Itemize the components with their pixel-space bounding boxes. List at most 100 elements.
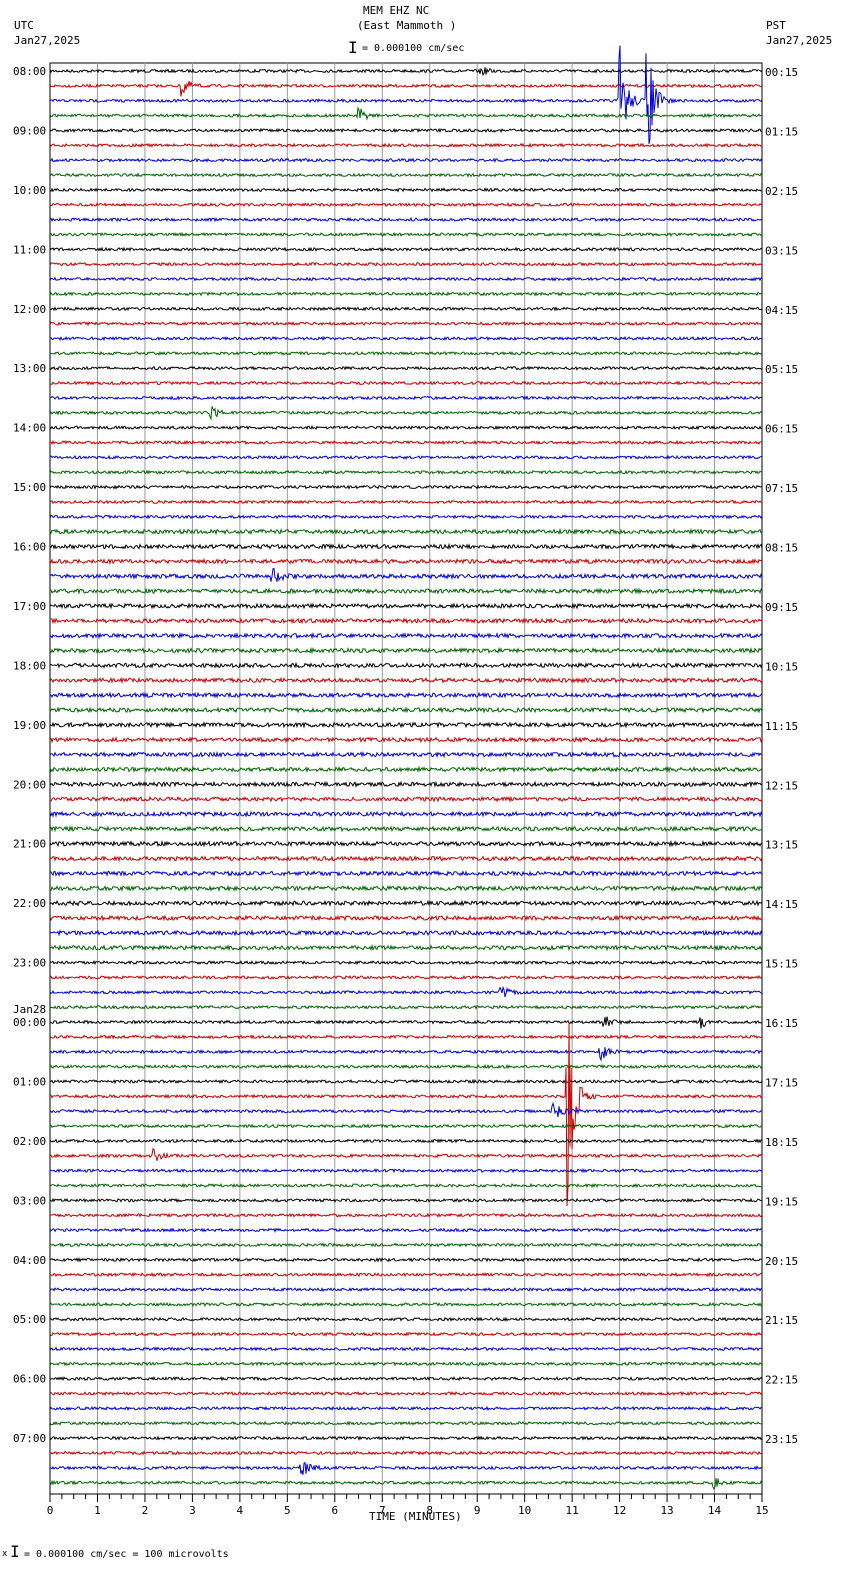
seismic-trace <box>49 661 763 670</box>
pst-hour-label: 09:15 <box>765 601 798 614</box>
seismic-trace <box>49 646 763 655</box>
seismic-trace <box>49 1477 763 1491</box>
seismic-trace <box>49 899 763 907</box>
utc-hour-label: 21:00 <box>13 838 46 851</box>
pst-hour-label: 15:15 <box>765 958 798 971</box>
pst-hour-label: 16:15 <box>765 1017 798 1030</box>
seismic-trace <box>49 1021 763 1207</box>
seismic-trace <box>49 291 763 297</box>
seismic-trace <box>49 276 763 282</box>
x-tick-label: 5 <box>284 1504 291 1517</box>
seismic-trace <box>49 1376 763 1382</box>
pst-hour-label: 11:15 <box>765 720 798 733</box>
seismic-trace <box>49 1138 763 1144</box>
seismic-trace <box>50 45 763 144</box>
seismic-trace <box>49 1390 763 1397</box>
pst-hour-label: 17:15 <box>765 1076 798 1089</box>
seismic-trace <box>49 1461 763 1475</box>
seismic-trace <box>49 201 763 208</box>
seismic-trace <box>49 1101 763 1118</box>
seismic-trace <box>49 527 763 536</box>
x-tick-label: 12 <box>613 1504 626 1517</box>
seismic-trace <box>49 676 763 685</box>
date-change-label: Jan28 <box>13 1003 46 1016</box>
utc-hour-label: 00:00 <box>13 1016 46 1029</box>
seismic-trace <box>49 617 763 625</box>
pst-hour-label: 00:15 <box>765 66 798 79</box>
helicorder-plot: 0 1 2 3 4 5 6 7 8 9 10 11 12 13 14 1508:0009:0010:0011:… <box>13 45 798 1517</box>
seismic-trace <box>49 1016 763 1029</box>
seismic-trace <box>49 395 763 401</box>
seismic-trace <box>49 974 763 981</box>
pst-hour-label: 10:15 <box>765 660 798 673</box>
seismic-trace <box>49 406 763 421</box>
pst-hour-label: 12:15 <box>765 779 798 792</box>
pst-hour-label: 02:15 <box>765 185 798 198</box>
utc-hour-label: 13:00 <box>13 362 46 375</box>
seismic-trace <box>49 106 763 121</box>
seismic-trace <box>49 795 763 803</box>
seismic-trace <box>49 1063 763 1070</box>
seismic-trace <box>49 306 763 312</box>
seismic-trace <box>49 216 763 223</box>
seismic-trace <box>49 1346 763 1352</box>
seismic-trace <box>49 127 763 134</box>
utc-hour-label: 02:00 <box>13 1135 46 1148</box>
seismic-trace <box>49 142 763 148</box>
utc-hour-label: 01:00 <box>13 1075 46 1088</box>
utc-hour-label: 23:00 <box>13 957 46 970</box>
x-tick-label: 6 <box>331 1504 338 1517</box>
seismic-trace <box>49 839 763 848</box>
seismic-trace <box>49 765 763 774</box>
pst-hour-label: 19:15 <box>765 1195 798 1208</box>
seismic-trace <box>49 810 763 818</box>
x-tick-label: 9 <box>474 1504 481 1517</box>
seismic-trace <box>49 706 763 714</box>
seismic-trace <box>49 1034 763 1040</box>
seismic-trace <box>49 1147 763 1161</box>
x-tick-label: 2 <box>142 1504 149 1517</box>
seismic-trace <box>49 1242 763 1248</box>
seismic-trace <box>49 870 763 878</box>
x-tick-label: 4 <box>237 1504 244 1517</box>
seismic-trace <box>49 884 763 893</box>
pst-hour-label: 20:15 <box>765 1255 798 1268</box>
x-tick-label: 15 <box>755 1504 768 1517</box>
seismic-trace <box>49 587 763 595</box>
pst-hour-label: 06:15 <box>765 423 798 436</box>
seismic-trace <box>49 735 763 744</box>
seismic-trace <box>49 1420 763 1427</box>
seismic-trace <box>49 246 763 252</box>
seismic-trace <box>49 855 763 863</box>
seismic-trace <box>49 780 763 789</box>
x-tick-label: 7 <box>379 1504 386 1517</box>
seismic-trace <box>49 1450 763 1456</box>
pst-hour-label: 18:15 <box>765 1136 798 1149</box>
utc-hour-label: 06:00 <box>13 1373 46 1386</box>
seismic-trace <box>49 825 763 833</box>
seismic-trace <box>49 542 763 551</box>
seismic-trace <box>49 567 763 582</box>
pst-hour-label: 03:15 <box>765 244 798 257</box>
x-tick-label: 0 <box>47 1504 54 1517</box>
utc-hour-label: 05:00 <box>13 1313 46 1326</box>
utc-hour-label: 03:00 <box>13 1194 46 1207</box>
x-tick-label: 11 <box>566 1504 579 1517</box>
x-tick-label: 13 <box>660 1504 673 1517</box>
seismic-trace <box>49 365 763 371</box>
seismic-trace <box>49 750 763 759</box>
seismic-trace <box>49 231 763 238</box>
seismic-trace <box>49 1227 763 1233</box>
utc-hour-label: 10:00 <box>13 184 46 197</box>
seismic-trace <box>49 1197 763 1204</box>
seismic-trace <box>49 350 763 357</box>
seismic-trace <box>49 261 763 267</box>
seismic-trace <box>49 602 763 610</box>
utc-hour-label: 12:00 <box>13 303 46 316</box>
seismic-trace <box>49 691 763 699</box>
x-tick-label: 3 <box>189 1504 196 1517</box>
seismic-trace <box>49 1316 763 1322</box>
utc-hour-label: 19:00 <box>13 719 46 732</box>
seismic-trace <box>49 1361 763 1367</box>
seismic-trace <box>49 985 763 998</box>
